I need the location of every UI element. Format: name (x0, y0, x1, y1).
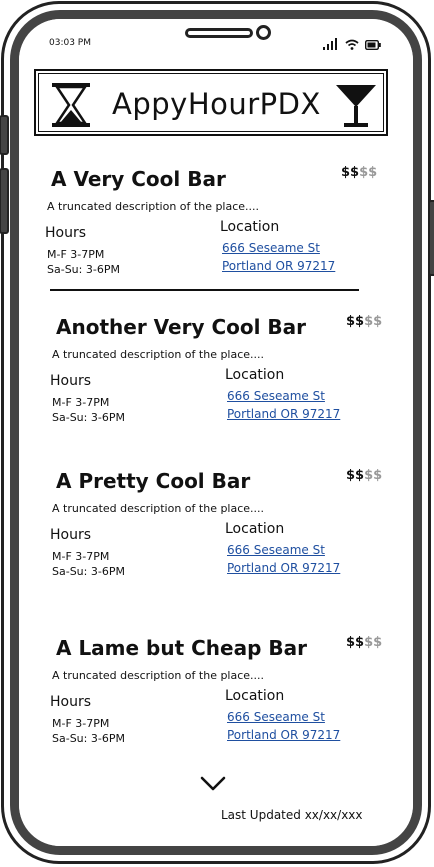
price-level: $$$$ (341, 165, 377, 180)
hours-label: Hours (50, 694, 92, 710)
bar-name[interactable]: A Pretty Cool Bar (56, 469, 250, 493)
hours-label: Hours (50, 373, 92, 389)
app-header: AppyHourPDX (34, 69, 388, 136)
hours-weekend: Sa-Su: 3-6PM (47, 263, 120, 276)
address-line1-link[interactable]: 666 Seseame St (227, 387, 325, 405)
price-paid: $$ (346, 635, 365, 650)
status-time: 03:03 PM (49, 38, 91, 48)
address-line1-link[interactable]: 666 Seseame St (227, 708, 325, 726)
bar-name[interactable]: A Very Cool Bar (51, 167, 226, 191)
hours-weekend: Sa-Su: 3-6PM (52, 565, 125, 578)
price-unpaid: $$ (364, 635, 383, 650)
battery-icon (365, 40, 381, 50)
hours-label: Hours (50, 527, 92, 543)
location-label: Location (225, 367, 285, 383)
location-label: Location (225, 521, 285, 537)
chevron-down-icon[interactable] (200, 776, 226, 792)
phone-side-button-right (428, 200, 434, 276)
hours-weekend: Sa-Su: 3-6PM (52, 411, 125, 424)
bar-description: A truncated description of the place.... (52, 348, 265, 361)
price-paid: $$ (346, 468, 365, 483)
signal-icon (323, 38, 337, 50)
hourglass-icon (52, 83, 90, 127)
location-label: Location (220, 219, 280, 235)
price-level: $$$$ (346, 314, 382, 329)
price-unpaid: $$ (364, 314, 383, 329)
bar-description: A truncated description of the place.... (52, 669, 265, 682)
app-title: AppyHourPDX (112, 87, 321, 121)
phone-screen: 03:03 PM AppyHourPDX A Very Cool Bar $$$… (19, 19, 413, 846)
address-line2-link[interactable]: Portland OR 97217 (222, 257, 335, 275)
bar-name[interactable]: Another Very Cool Bar (56, 315, 306, 339)
location-label: Location (225, 688, 285, 704)
price-unpaid: $$ (364, 468, 383, 483)
price-level: $$$$ (346, 468, 382, 483)
price-paid: $$ (341, 165, 360, 180)
bar-description: A truncated description of the place.... (47, 200, 260, 213)
hours-weekday: M-F 3-7PM (52, 550, 110, 563)
price-paid: $$ (346, 314, 365, 329)
bar-description: A truncated description of the place.... (52, 502, 265, 515)
card-divider (50, 289, 359, 291)
hours-weekday: M-F 3-7PM (47, 248, 105, 261)
address-line1-link[interactable]: 666 Seseame St (227, 541, 325, 559)
hours-weekend: Sa-Su: 3-6PM (52, 732, 125, 745)
bar-name[interactable]: A Lame but Cheap Bar (56, 636, 307, 660)
address-line2-link[interactable]: Portland OR 97217 (227, 559, 340, 577)
price-level: $$$$ (346, 635, 382, 650)
martini-glass-icon (336, 85, 376, 127)
hours-weekday: M-F 3-7PM (52, 717, 110, 730)
address-line1-link[interactable]: 666 Seseame St (222, 239, 320, 257)
price-unpaid: $$ (359, 165, 378, 180)
status-icons (323, 38, 381, 50)
hours-label: Hours (45, 225, 87, 241)
address-line2-link[interactable]: Portland OR 97217 (227, 726, 340, 744)
wifi-icon (345, 39, 359, 50)
phone-side-button-left-top (0, 115, 9, 155)
phone-side-button-left-bottom (0, 168, 9, 234)
address-line2-link[interactable]: Portland OR 97217 (227, 405, 340, 423)
front-camera (256, 25, 271, 40)
hours-weekday: M-F 3-7PM (52, 396, 110, 409)
speaker-grille (185, 28, 253, 38)
last-updated-text: Last Updated xx/xx/xxx (221, 808, 363, 822)
